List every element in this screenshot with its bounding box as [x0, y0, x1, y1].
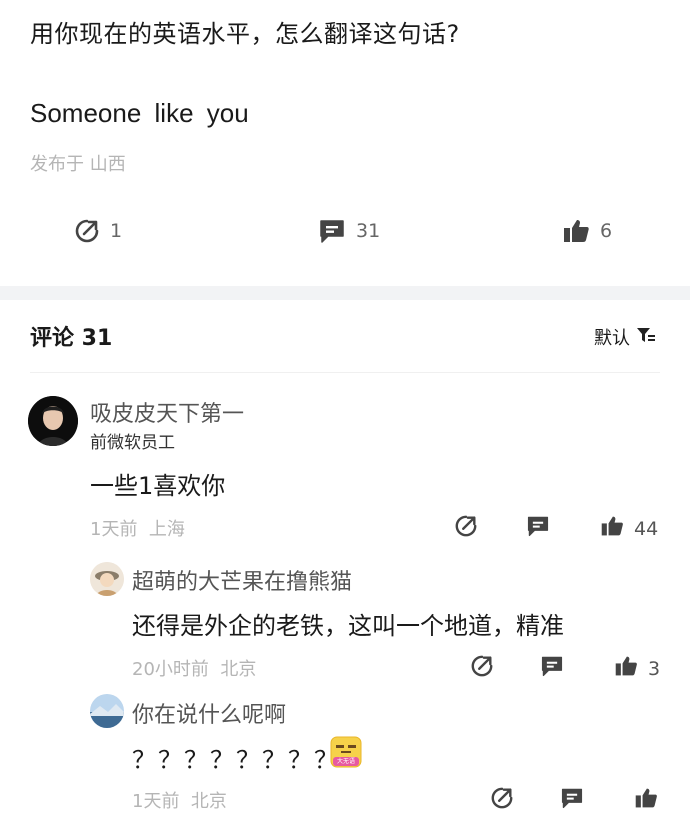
comment-text: 一些1喜欢你 — [90, 472, 226, 500]
thumbs-up-icon — [600, 514, 624, 543]
comment-time: 1天前 — [90, 519, 138, 540]
reply-like-button[interactable]: 3 — [614, 654, 660, 683]
share-icon — [74, 218, 100, 244]
share-button[interactable]: 1 — [74, 218, 122, 244]
like-count: 6 — [600, 220, 613, 242]
like-button[interactable]: 6 — [562, 218, 612, 244]
comments-heading: 评论 31 — [30, 326, 113, 351]
thumbs-up-icon — [634, 786, 658, 815]
reply-time: 20小时前 — [132, 659, 209, 680]
reply-location: 北京 — [190, 791, 227, 812]
comment-icon — [318, 218, 346, 244]
comment-icon — [560, 786, 584, 815]
avatar[interactable] — [90, 694, 124, 728]
question-title: 用你现在的英语水平，怎么翻译这句话? — [30, 20, 460, 48]
reply-share-button[interactable] — [470, 654, 494, 683]
share-icon — [470, 654, 494, 683]
header-divider — [30, 372, 660, 373]
reply-text: ？？？？？？？？ — [132, 746, 340, 774]
reply-like-count: 3 — [648, 657, 661, 680]
comment-button[interactable]: 31 — [318, 218, 380, 244]
sticker-label: 大无语 — [336, 758, 355, 765]
filter-icon — [636, 326, 656, 349]
question-location: 发布于 山西 — [30, 154, 126, 175]
reply-reply-button[interactable] — [560, 786, 584, 815]
avatar[interactable] — [28, 396, 78, 446]
reply-like-button[interactable] — [634, 786, 658, 815]
reply-time: 1天前 — [132, 791, 180, 812]
comment-share-button[interactable] — [454, 514, 478, 543]
sort-dropdown[interactable]: 默认 — [594, 324, 656, 350]
share-icon — [490, 786, 514, 815]
reply-meta: 1天前 北京 — [132, 787, 227, 813]
thumbs-up-icon — [562, 218, 590, 244]
reply-location: 北京 — [220, 659, 257, 680]
share-count: 1 — [110, 220, 123, 242]
comment-location: 上海 — [148, 519, 185, 540]
comment-username[interactable]: 吸皮皮天下第一 — [90, 396, 244, 428]
section-divider — [0, 286, 690, 300]
user-badge: 前微软员工 — [90, 433, 175, 453]
comment-icon — [540, 654, 564, 683]
avatar[interactable] — [90, 562, 124, 596]
share-icon — [454, 514, 478, 543]
question-body: Someone like you — [30, 98, 249, 128]
reply-reply-button[interactable] — [540, 654, 564, 683]
thumbs-up-icon — [614, 654, 638, 683]
reply-username[interactable]: 超萌的大芒果在撸熊猫 — [132, 564, 352, 596]
speechless-sticker: 大无语 — [330, 736, 362, 768]
reply-share-button[interactable] — [490, 786, 514, 815]
reply-text: 还得是外企的老铁，这叫一个地道，精准 — [132, 612, 564, 640]
comment-like-count: 44 — [634, 517, 659, 540]
comment-count: 31 — [356, 220, 381, 242]
comment-reply-button[interactable] — [526, 514, 550, 543]
sort-label: 默认 — [594, 328, 630, 349]
comment-icon — [526, 514, 550, 543]
reply-username[interactable]: 你在说什么呢啊 — [132, 697, 286, 729]
reply-meta: 20小时前 北京 — [132, 655, 256, 681]
comment-like-button[interactable]: 44 — [600, 514, 658, 543]
comment-meta: 1天前 上海 — [90, 515, 185, 541]
